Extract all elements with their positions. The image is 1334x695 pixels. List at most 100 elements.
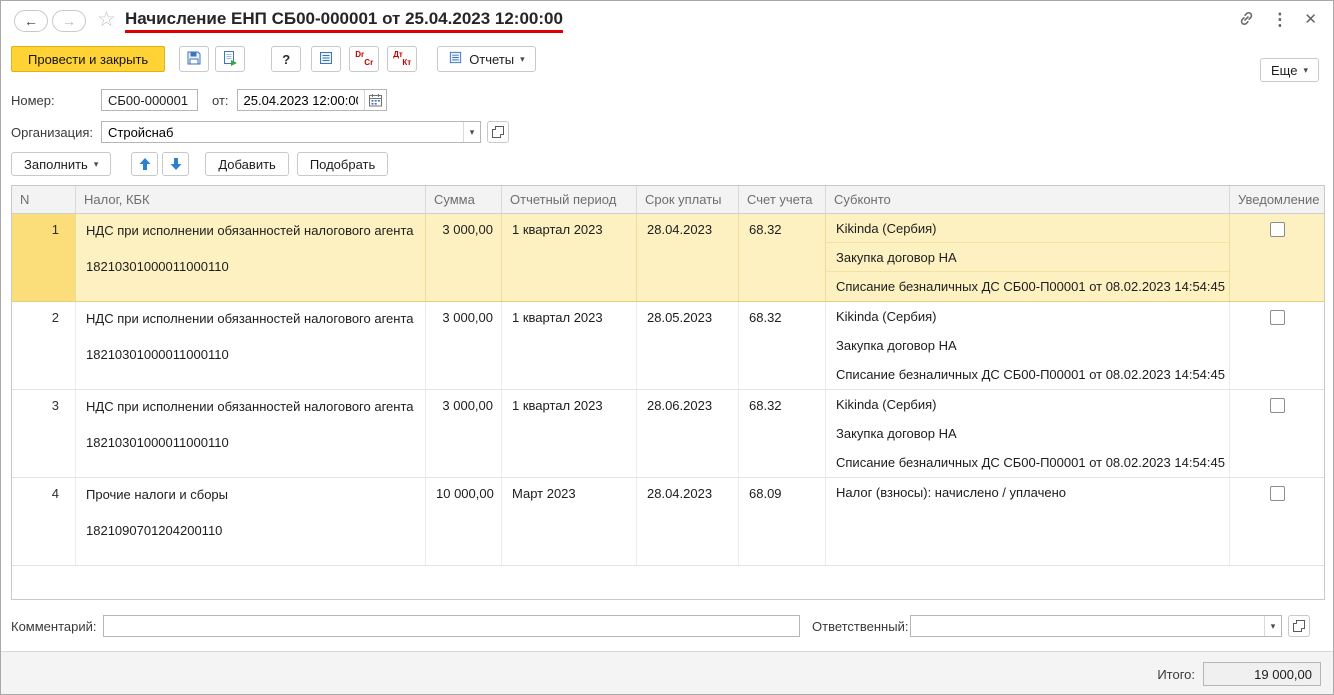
save-button[interactable] — [179, 46, 210, 72]
notification-checkbox[interactable] — [1269, 398, 1285, 413]
table-empty-area[interactable] — [12, 566, 1324, 599]
drcr-icon: Dr Cr — [355, 50, 374, 67]
more-label: Еще — [1271, 62, 1298, 78]
chevron-down-icon: ▾ — [93, 159, 99, 169]
open-link-icon — [492, 126, 504, 138]
subconto-cell: Kikinda (Сербия) Закупка договор НА Спис… — [826, 214, 1230, 301]
period-cell: 1 квартал 2023 — [502, 302, 637, 389]
notification-cell — [1230, 390, 1324, 477]
header-tax-kbk[interactable]: Налог, КБК — [76, 186, 426, 213]
account-cell: 68.09 — [739, 478, 826, 565]
subconto-line: Kikinda (Сербия) — [836, 397, 937, 412]
drcr-postings-button[interactable]: Dr Cr — [349, 46, 380, 72]
responsible-combo: ▾ — [910, 615, 1282, 637]
reports-label: Отчеты — [469, 51, 515, 67]
table-row[interactable]: 1 НДС при исполнении обязанностей налого… — [12, 214, 1324, 302]
notification-checkbox[interactable] — [1269, 310, 1285, 325]
date-input[interactable] — [237, 90, 364, 110]
table-row[interactable]: 4 Прочие налоги и сборы 1821090701204200… — [12, 478, 1324, 566]
table-row[interactable]: 3 НДС при исполнении обязанностей налого… — [12, 390, 1324, 478]
period-cell: 1 квартал 2023 — [502, 390, 637, 477]
close-icon[interactable]: ✕ — [1304, 10, 1317, 30]
nav-back-button[interactable]: ← — [14, 10, 48, 32]
responsible-dropdown-button[interactable]: ▾ — [1264, 616, 1281, 636]
organization-open-button[interactable] — [487, 121, 509, 143]
responsible-open-button[interactable] — [1288, 615, 1310, 637]
subconto-cell: Kikinda (Сербия) Закупка договор НА Спис… — [826, 302, 1230, 389]
comment-row: Комментарий: Ответственный: ▾ — [11, 615, 1325, 637]
status-footer: Итого: 19 000,00 — [1, 651, 1333, 694]
account-cell: 68.32 — [739, 214, 826, 301]
calendar-icon — [368, 94, 382, 107]
link-icon[interactable] — [1238, 10, 1255, 30]
notification-checkbox[interactable] — [1269, 486, 1285, 501]
more-button[interactable]: Еще ▾ — [1260, 58, 1319, 82]
reports-button[interactable]: Отчеты ▾ — [437, 46, 536, 72]
fill-label: Заполнить — [24, 156, 88, 172]
main-toolbar: Провести и закрыть ? Dr Cr Дт Кт Отчеты … — [11, 45, 536, 73]
comment-label: Комментарий: — [11, 618, 97, 634]
organization-row: Организация: ▾ — [11, 121, 509, 143]
header-n[interactable]: N — [12, 186, 76, 213]
header-subconto[interactable]: Субконто — [826, 186, 1230, 213]
tax-kbk-cell: НДС при исполнении обязанностей налогово… — [76, 390, 426, 477]
fill-button[interactable]: Заполнить ▾ — [11, 152, 112, 176]
post-document-button[interactable] — [215, 46, 246, 72]
pick-button[interactable]: Подобрать — [296, 152, 389, 176]
organization-label: Организация: — [11, 124, 94, 140]
row-number-cell: 1 — [12, 214, 76, 301]
date-field — [236, 89, 387, 111]
subconto-line: Налог (взносы): начислено / уплачено — [836, 485, 1066, 500]
table-toolbar: Заполнить ▾ Добавить Подобрать — [11, 152, 389, 176]
add-row-button[interactable]: Добавить — [205, 152, 289, 176]
row-number-cell: 3 — [12, 390, 76, 477]
reports-icon — [448, 50, 463, 68]
subconto-line: Закупка договор НА — [836, 426, 957, 441]
nav-forward-button[interactable]: → — [52, 10, 86, 32]
tax-name: НДС при исполнении обязанностей налогово… — [86, 399, 414, 414]
post-and-close-button[interactable]: Провести и закрыть — [11, 46, 166, 72]
responsible-label: Ответственный: — [812, 618, 909, 634]
chevron-down-icon: ▾ — [520, 54, 525, 64]
number-input[interactable] — [101, 89, 198, 111]
help-button[interactable]: ? — [271, 46, 302, 72]
sum-cell: 3 000,00 — [426, 302, 502, 389]
organization-dropdown-button[interactable]: ▾ — [463, 122, 480, 142]
dtkt-icon: Дт Кт — [393, 50, 412, 67]
calendar-button[interactable] — [363, 90, 386, 110]
subconto-cell: Kikinda (Сербия) Закупка договор НА Спис… — [826, 390, 1230, 477]
arrow-down-icon — [170, 158, 182, 170]
favorite-star-icon[interactable]: ☆ — [97, 8, 116, 32]
organization-input[interactable] — [102, 122, 463, 142]
header-due-date[interactable]: Срок уплаты — [637, 186, 739, 213]
table-row[interactable]: 2 НДС при исполнении обязанностей налого… — [12, 302, 1324, 390]
kbk-code: 1821090701204200110 — [86, 523, 223, 538]
subconto-line: Закупка договор НА — [826, 243, 1229, 272]
number-label: Номер: — [11, 92, 55, 108]
menu-kebab-icon[interactable]: ⋮ — [1271, 10, 1288, 30]
dtkt-postings-button[interactable]: Дт Кт — [387, 46, 418, 72]
date-label: от: — [212, 92, 229, 108]
header-notification[interactable]: Уведомление — [1230, 186, 1324, 213]
comment-input[interactable] — [103, 615, 800, 637]
open-link-icon — [1293, 620, 1305, 632]
responsible-input[interactable] — [911, 616, 1264, 636]
notification-cell — [1230, 214, 1324, 301]
move-row-up-button[interactable] — [131, 152, 159, 176]
move-row-down-button[interactable] — [162, 152, 190, 176]
header-account[interactable]: Счет учета — [739, 186, 826, 213]
due-date-cell: 28.06.2023 — [637, 390, 739, 477]
tax-kbk-cell: НДС при исполнении обязанностей налогово… — [76, 214, 426, 301]
tax-name: Прочие налоги и сборы — [86, 487, 229, 502]
period-cell: Март 2023 — [502, 478, 637, 565]
save-floppy-icon — [186, 50, 202, 69]
journal-button[interactable] — [311, 46, 342, 72]
header-sum[interactable]: Сумма — [426, 186, 502, 213]
notification-checkbox[interactable] — [1269, 222, 1285, 237]
sum-cell: 3 000,00 — [426, 214, 502, 301]
post-document-icon — [222, 50, 238, 69]
help-icon: ? — [282, 51, 291, 67]
subconto-line: Kikinda (Сербия) — [836, 309, 937, 324]
header-period[interactable]: Отчетный период — [502, 186, 637, 213]
taxes-table: N Налог, КБК Сумма Отчетный период Срок … — [11, 185, 1325, 600]
